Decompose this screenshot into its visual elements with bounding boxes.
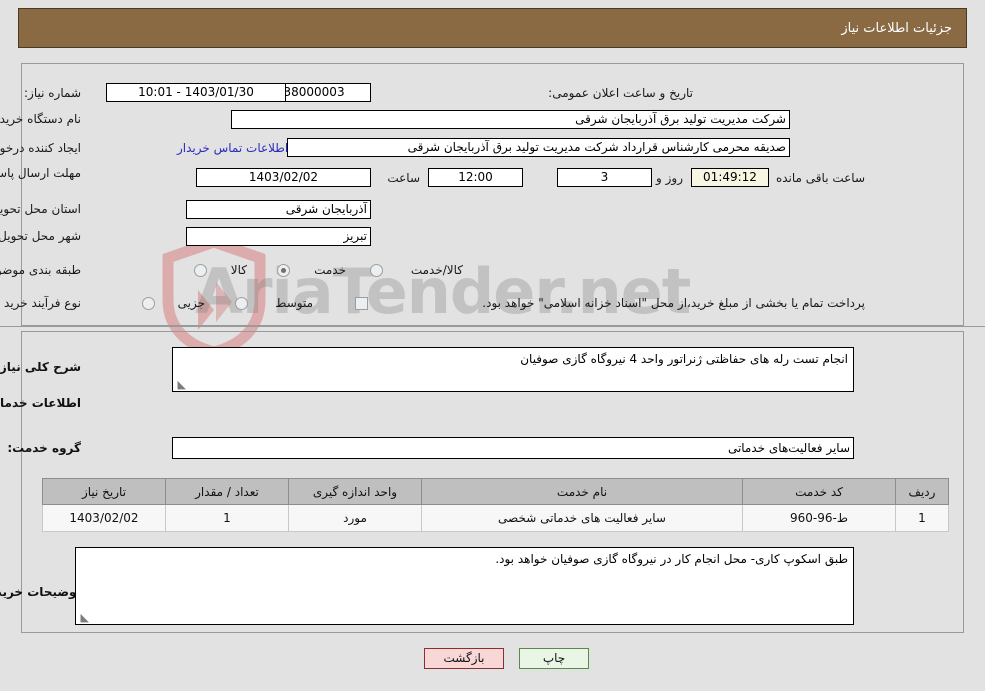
table-row: 1 ط-96-960 سایر فعالیت های خدماتی شخصی م…	[42, 504, 949, 532]
checkbox-islamic-treasury-docs[interactable]	[355, 297, 368, 310]
city-value: تبریز	[186, 227, 371, 246]
hour-value: 12:00	[428, 168, 523, 187]
category-label: طبقه بندی موضوعی:	[0, 263, 81, 277]
cell-unit: مورد	[288, 504, 422, 532]
resize-grip-icon[interactable]: ◣	[176, 379, 186, 390]
radio-label-kala-khedmat: کالا/خدمت	[410, 263, 463, 277]
announce-datetime-value: 1403/01/30 - 10:01	[106, 83, 286, 102]
col-row: ردیف	[895, 478, 949, 505]
col-date: تاریخ نیاز	[42, 478, 166, 505]
radio-category-kala[interactable]	[194, 264, 207, 277]
cell-quantity: 1	[165, 504, 289, 532]
radio-label-motavaset: متوسط	[275, 296, 313, 310]
buyer-notes-textarea[interactable]: طبق اسکوپ کاری- محل انجام کار در نیروگاه…	[75, 547, 854, 625]
page-header-bar: جزئیات اطلاعات نیاز	[18, 8, 967, 48]
col-code: کد خدمت	[742, 478, 896, 505]
back-button[interactable]: بازگشت	[424, 648, 504, 669]
radio-label-khedmat: خدمت	[314, 263, 346, 277]
buyer-org-value: شرکت مدیریت تولید برق آذربایجان شرقی	[231, 110, 790, 129]
days-label: روز و	[656, 171, 683, 185]
radio-category-khedmat[interactable]	[277, 264, 290, 277]
requester-label: ایجاد کننده درخواست:	[0, 141, 81, 155]
page-title: جزئیات اطلاعات نیاز	[841, 21, 952, 36]
cell-date: 1403/02/02	[42, 504, 166, 532]
service-items-table: ردیف کد خدمت نام خدمت واحد اندازه گیری ت…	[42, 478, 949, 532]
service-section-title: اطلاعات خدمات مورد نیاز	[0, 396, 81, 410]
buyer-notes-value: طبق اسکوپ کاری- محل انجام کار در نیروگاه…	[495, 552, 848, 566]
general-description-textarea[interactable]: انجام تست رله های حفاظتی ژنراتور واحد 4 …	[172, 347, 854, 392]
deadline-label: مهلت ارسال پاسخ: تا تاریخ:	[0, 166, 81, 180]
need-number-label: شماره نیاز:	[24, 86, 81, 100]
col-name: نام خدمت	[421, 478, 743, 505]
radio-process-motavaset[interactable]	[235, 297, 248, 310]
remaining-hours-label: ساعت باقی مانده	[775, 171, 865, 185]
resize-grip-icon-notes[interactable]: ◣	[79, 612, 89, 623]
province-value: آذربایجان شرقی	[186, 200, 371, 219]
days-value: 3	[557, 168, 652, 187]
islamic-treasury-note: پرداخت تمام یا بخشی از مبلغ خرید،از محل …	[482, 296, 865, 310]
need-info-panel	[21, 63, 964, 326]
service-group-value: سایر فعالیت‌های خدماتی	[172, 437, 854, 459]
divider-top	[0, 326, 985, 327]
province-label: استان محل تحویل:	[0, 202, 81, 216]
general-description-label: شرح کلی نیاز:	[0, 360, 81, 374]
general-description-value: انجام تست رله های حفاظتی ژنراتور واحد 4 …	[520, 352, 848, 366]
cell-code: ط-96-960	[742, 504, 896, 532]
radio-process-jozee[interactable]	[142, 297, 155, 310]
radio-label-jozee: جزیی	[177, 296, 205, 310]
print-button[interactable]: چاپ	[519, 648, 589, 669]
hour-label: ساعت	[387, 171, 420, 185]
cell-row: 1	[895, 504, 949, 532]
cell-name: سایر فعالیت های خدماتی شخصی	[421, 504, 743, 532]
col-quantity: تعداد / مقدار	[165, 478, 289, 505]
buyer-notes-label: توضیحات خریدار:	[0, 585, 81, 599]
city-label: شهر محل تحویل:	[0, 229, 81, 243]
process-label: نوع فرآیند خرید :	[0, 296, 81, 310]
radio-category-kala-khedmat[interactable]	[370, 264, 383, 277]
radio-label-kala: کالا	[230, 263, 247, 277]
deadline-date-value: 1403/02/02	[196, 168, 371, 187]
buyer-org-label: نام دستگاه خریدار:	[0, 112, 81, 126]
table-header-row: ردیف کد خدمت نام خدمت واحد اندازه گیری ت…	[42, 478, 949, 505]
requester-value: صدیقه محرمی کارشناس قرارداد شرکت مدیریت …	[287, 138, 790, 157]
announce-datetime-label: تاریخ و ساعت اعلان عمومی:	[548, 86, 693, 100]
buyer-contact-link[interactable]: اطلاعات تماس خریدار	[177, 141, 288, 155]
service-group-label: گروه خدمت:	[7, 441, 81, 455]
col-unit: واحد اندازه گیری	[288, 478, 422, 505]
countdown-timer-value: 01:49:12	[691, 168, 769, 187]
